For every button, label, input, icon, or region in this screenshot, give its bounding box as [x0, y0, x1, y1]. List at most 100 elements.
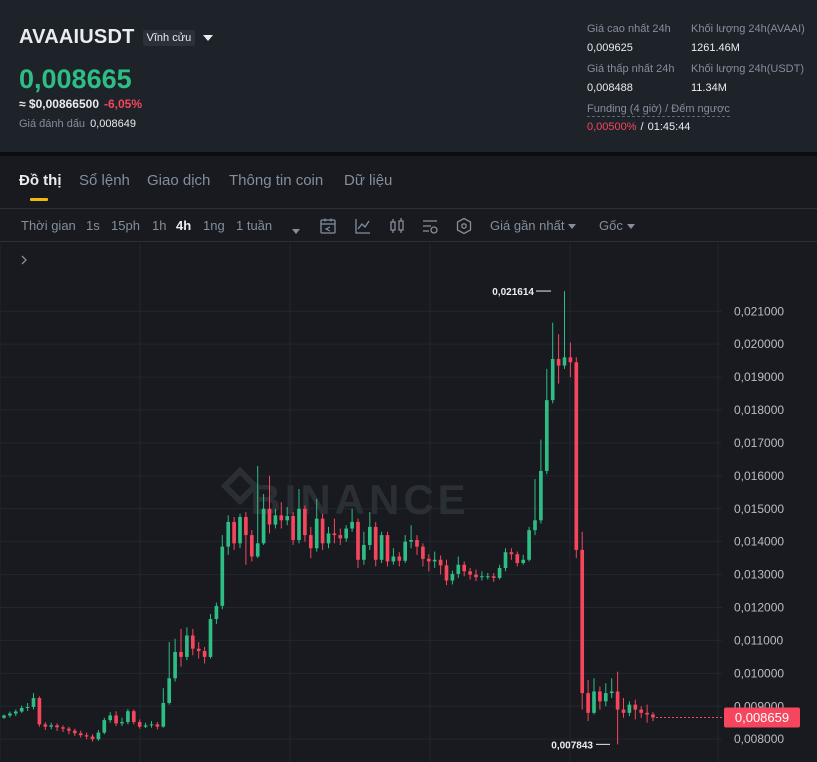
candle-body — [120, 722, 124, 724]
time-label: Thời gian — [21, 218, 76, 233]
active-tab-underline — [30, 198, 48, 201]
vol-base-label: Khối lượng 24h(AVAAI) — [691, 23, 805, 35]
mark-price-label: Giá đánh dấu — [19, 118, 86, 130]
interval-1d[interactable]: 1ng — [203, 218, 225, 233]
y-axis-tick-label: 0,013000 — [734, 568, 784, 582]
candle-body — [527, 530, 531, 560]
y-axis-tick-label: 0,020000 — [734, 337, 784, 351]
candle-body — [149, 724, 154, 726]
candle-body — [326, 533, 331, 544]
tab-coin-info[interactable]: Thông tin coin — [229, 172, 323, 189]
interval-1w[interactable]: 1 tuần — [236, 218, 272, 233]
candle-body — [285, 516, 290, 521]
high-marker-label: 0,021614 — [492, 287, 534, 298]
tab-orderbook[interactable]: Sổ lệnh — [79, 172, 130, 189]
funding-label[interactable]: Funding (4 giờ) / Đếm ngược — [587, 103, 730, 117]
candle-body — [367, 526, 372, 545]
candle-body — [31, 698, 36, 707]
candle-body — [562, 357, 567, 366]
interval-1s[interactable]: 1s — [86, 218, 100, 233]
main-tabs: Đồ thị Sổ lệnh Giao dịch Thông tin coin … — [0, 156, 817, 202]
tab-data[interactable]: Dữ liệu — [344, 172, 392, 189]
tab-chart[interactable]: Đồ thị — [19, 172, 62, 189]
interval-more-caret[interactable] — [288, 223, 300, 238]
last-price: 0,008665 — [19, 64, 132, 94]
candle-body — [137, 722, 142, 727]
tab-trades[interactable]: Giao dịch — [147, 172, 210, 189]
stat-low: Giá thấp nhất 24h 0,008488 — [587, 63, 674, 94]
symbol-selector[interactable]: AVAAIUSDT Vĩnh cửu — [19, 26, 214, 49]
candle-body — [84, 735, 89, 737]
candle-body — [131, 711, 136, 723]
candle-body — [397, 556, 402, 561]
candle-body — [37, 698, 42, 725]
candle-body — [627, 704, 632, 713]
candle-body — [586, 693, 590, 713]
candle-body — [645, 712, 649, 715]
low-marker-label: 0,007843 — [551, 740, 593, 751]
vol-quote-value: 11.34M — [691, 82, 727, 94]
high-24h-label: Giá cao nhất 24h — [587, 23, 671, 35]
funding-countdown: 01:45:44 — [647, 121, 691, 133]
y-axis-tick-label: 0,018000 — [734, 403, 784, 417]
candle-body — [362, 544, 366, 560]
candlestick-chart[interactable]: 0,021000 0,020000 0,019000 0,018000 0,017000… — [0, 244, 817, 762]
y-axis-tick-label: 0,008000 — [734, 732, 784, 746]
candle-body — [574, 362, 579, 550]
candle-body — [25, 706, 30, 708]
candle-body — [43, 724, 48, 727]
candle-body — [568, 357, 573, 363]
candle-body — [179, 651, 183, 657]
candle-body — [468, 571, 472, 575]
chevron-down-icon[interactable] — [203, 34, 214, 41]
candle-body — [226, 521, 231, 547]
candle-body — [238, 516, 242, 544]
indicator-icon[interactable] — [354, 217, 372, 235]
candle-body — [450, 573, 455, 581]
candle-body — [208, 619, 213, 657]
usd-price-row: ≈ $0,00866500 -6,05% — [19, 97, 142, 111]
candle-body — [190, 635, 195, 649]
candle-body — [592, 691, 596, 713]
y-axis-tick-label: 0,019000 — [734, 370, 784, 384]
chart-toolbar: Thời gian 1s 15ph 1h 4h 1ng 1 tuần Giá g… — [0, 208, 817, 242]
depth-icon[interactable] — [455, 217, 473, 235]
candle-body — [291, 516, 295, 541]
candle-body — [90, 736, 95, 740]
chart-panel: Đồ thị Sổ lệnh Giao dịch Thông tin coin … — [0, 156, 817, 762]
chart-settings-icon[interactable] — [421, 217, 439, 235]
chart-svg[interactable]: 0,021000 0,020000 0,019000 0,018000 0,017000… — [0, 244, 817, 762]
candle-body — [615, 691, 620, 710]
interval-4h[interactable]: 4h — [176, 218, 191, 233]
candle-body — [220, 546, 225, 606]
candle-body — [297, 508, 301, 541]
candle-body — [356, 521, 360, 560]
candle-body — [19, 707, 24, 712]
candle-body — [161, 702, 166, 727]
calendar-icon[interactable] — [319, 217, 337, 235]
candle-body — [320, 518, 325, 544]
candle-type-icon[interactable] — [388, 217, 406, 235]
candle-body — [373, 526, 378, 560]
usd-price: ≈ $0,00866500 — [19, 97, 99, 111]
interval-1h[interactable]: 1h — [152, 218, 166, 233]
candle-body — [344, 528, 349, 539]
candle-body — [8, 713, 12, 716]
chevron-right-icon[interactable] — [18, 254, 30, 266]
origin-dropdown[interactable]: Gốc — [599, 218, 635, 233]
candle-body — [509, 552, 514, 555]
candle-body — [621, 709, 626, 713]
interval-15m[interactable]: 15ph — [111, 218, 140, 233]
candle-body — [444, 565, 449, 581]
candle-body — [533, 520, 537, 531]
candle-body — [55, 725, 59, 728]
low-24h-value: 0,008488 — [587, 82, 633, 94]
chevron-down-icon — [568, 224, 577, 230]
candle-body — [426, 558, 431, 562]
candle-body — [421, 546, 425, 559]
stat-vol-quote: Khối lượng 24h(USDT) 11.34M — [691, 63, 804, 94]
candle-body — [497, 568, 502, 578]
y-axis-tick-label: 0,010000 — [734, 666, 784, 680]
candle-body — [244, 516, 248, 536]
price-type-dropdown[interactable]: Giá gần nhất — [490, 218, 577, 233]
